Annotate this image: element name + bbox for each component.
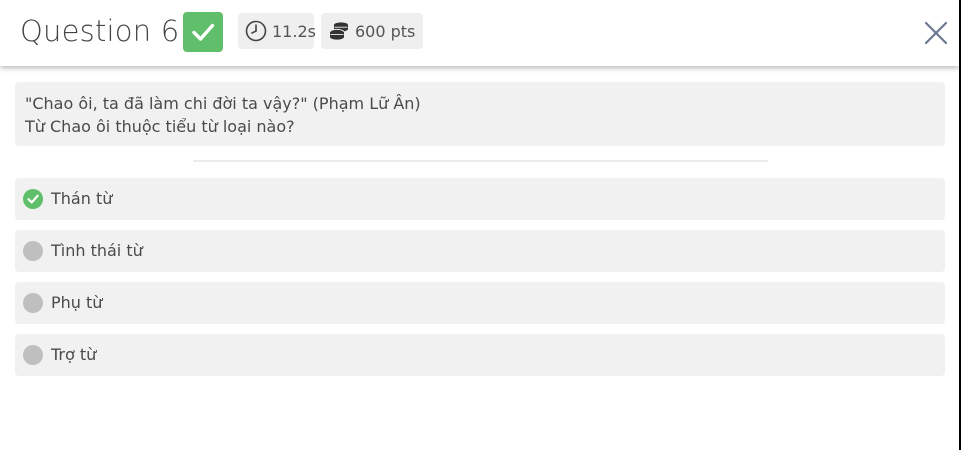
- question-quote: "Chao ôi, ta đã làm chi đời ta vậy?" (Ph…: [25, 94, 421, 113]
- answer-option-label: Thán từ: [51, 189, 113, 208]
- answer-option-2[interactable]: Tình thái từ: [15, 230, 945, 272]
- close-button[interactable]: [922, 19, 950, 47]
- coins-icon: [328, 20, 350, 42]
- divider: [193, 160, 768, 162]
- radio-circle-icon: [23, 345, 43, 365]
- answer-correct-badge: [183, 12, 223, 52]
- time-chip: 11.2s: [238, 13, 316, 49]
- radio-circle-icon: [23, 241, 43, 261]
- check-circle-icon: [23, 189, 43, 209]
- quiz-panel: Question 6 11.2s 600 pts "Chao ôi, ta đã…: [0, 0, 959, 450]
- radio-circle-icon: [23, 293, 43, 313]
- question-text-box: "Chao ôi, ta đã làm chi đời ta vậy?" (Ph…: [15, 82, 945, 146]
- answer-option-4[interactable]: Trợ từ: [15, 334, 945, 376]
- question-title: Question 6: [20, 14, 180, 48]
- answer-option-label: Tình thái từ: [51, 241, 143, 260]
- points-chip: 600 pts: [321, 13, 423, 49]
- question-header: Question 6 11.2s 600 pts: [0, 0, 959, 66]
- answer-option-label: Phụ từ: [51, 293, 103, 312]
- answer-option-3[interactable]: Phụ từ: [15, 282, 945, 324]
- clock-icon: [245, 20, 267, 42]
- question-prompt: Từ Chao ôi thuộc tiểu từ loại nào?: [25, 117, 295, 136]
- answer-option-label: Trợ từ: [51, 345, 97, 364]
- close-icon: [922, 21, 950, 51]
- answer-option-1[interactable]: Thán từ: [15, 178, 945, 220]
- points-value: 600 pts: [355, 21, 416, 41]
- time-value: 11.2s: [272, 21, 316, 41]
